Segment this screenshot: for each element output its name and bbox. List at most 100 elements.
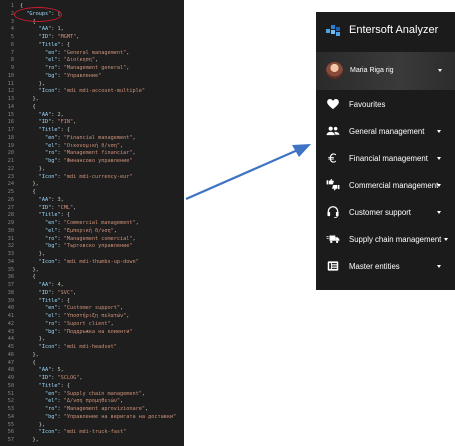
code-token: },	[20, 165, 45, 172]
code-token: "Διοίκηση"	[63, 57, 95, 64]
code-token: "mdi mdi-account-multiple"	[63, 88, 145, 95]
code-token: "ro"	[45, 406, 58, 412]
sidebar-item-customer-support[interactable]: Customer support	[316, 199, 455, 225]
code-token: ,	[141, 390, 145, 397]
arrow-icon	[185, 144, 311, 201]
code-token: "AA"	[38, 196, 52, 203]
sidebar-item-commercial-management[interactable]: Commercial management	[316, 172, 455, 198]
code-token: ,	[113, 227, 117, 234]
code-token: "Финансово управление"	[63, 158, 133, 164]
sidebar-item-label: Commercial management	[349, 181, 439, 190]
json-code-editor[interactable]: 1{2 "Groups": [3 {4 "AA": 1, 5 "ID": "MGM…	[0, 0, 184, 446]
code-token: : {	[60, 382, 70, 389]
code-token: "bg"	[45, 413, 58, 420]
code-line: 57 },	[0, 436, 39, 444]
chevron-down-icon	[437, 157, 441, 160]
code-token: },	[20, 96, 39, 102]
code-token: },	[20, 437, 39, 443]
account-multiple-icon	[326, 126, 340, 136]
code-token: "Icon"	[38, 173, 58, 180]
code-token: "mdi mdi-headset"	[63, 344, 117, 350]
chevron-down-icon[interactable]	[438, 69, 442, 72]
code-token: "Financial management"	[63, 134, 133, 141]
code-token: ,	[60, 282, 64, 288]
code-token: "Icon"	[38, 258, 58, 265]
code-token: "General management"	[63, 49, 127, 56]
code-token: : {	[60, 41, 70, 48]
code-token: "AA"	[38, 111, 52, 118]
avatar	[326, 62, 343, 79]
code-token: "Title"	[38, 41, 61, 48]
code-token: ,	[126, 313, 130, 319]
code-token: ,	[60, 367, 64, 374]
code-token: "ID"	[38, 119, 52, 126]
sidebar-item-general-management[interactable]: General management	[316, 118, 455, 144]
code-token: "en"	[45, 305, 58, 312]
code-token: ,	[94, 57, 99, 64]
sidebar-item-master-entities[interactable]: Master entities	[316, 253, 455, 279]
user-profile[interactable]: Maria Riga rig	[316, 52, 455, 90]
code-token: {	[20, 274, 36, 281]
code-token: "ID"	[38, 34, 52, 40]
code-token: ,	[135, 220, 139, 226]
code-token: "Търговско управление"	[63, 243, 133, 250]
sidebar-item-label: General management	[349, 127, 425, 136]
code-token: "Customer support"	[63, 305, 120, 312]
heart-icon	[327, 99, 339, 110]
code-token: "ID"	[38, 289, 52, 296]
sidebar-item-favourites[interactable]: Favourites	[316, 91, 455, 117]
code-token: "en"	[45, 49, 58, 56]
code-token: "SVC"	[57, 289, 74, 296]
code-token: ,	[132, 150, 136, 157]
code-token: ,	[60, 196, 64, 203]
chevron-down-icon	[444, 238, 448, 241]
code-token: },	[20, 351, 39, 358]
code-token: ,	[126, 65, 130, 71]
code-token: "ro"	[45, 235, 58, 242]
sidebar-item-financial-management[interactable]: Financial management	[316, 145, 455, 171]
code-token: "Управление"	[63, 72, 102, 79]
code-token: ,	[73, 289, 77, 296]
chevron-down-icon	[437, 184, 441, 187]
code-token: "Suport client"	[63, 320, 111, 327]
chevron-down-icon	[437, 130, 441, 133]
code-token: },	[20, 80, 45, 87]
code-token: "Icon"	[38, 88, 58, 95]
code-token: "en"	[45, 220, 58, 226]
sidebar-item-supply-chain-management[interactable]: Supply chain management	[316, 226, 455, 252]
code-token: "ro"	[45, 150, 58, 157]
code-token: ,	[132, 235, 136, 242]
code-token: "mdi mdi-currency-eur"	[63, 173, 133, 180]
code-token: ,	[132, 134, 136, 141]
code-token: },	[20, 266, 39, 273]
user-name: Maria Riga rig	[350, 67, 394, 74]
code-token: "mdi mdi-thumbs-up-down"	[63, 258, 139, 265]
code-token: ,	[60, 26, 64, 33]
thumbs-up-down-icon	[326, 178, 340, 191]
code-token: "en"	[45, 134, 58, 141]
